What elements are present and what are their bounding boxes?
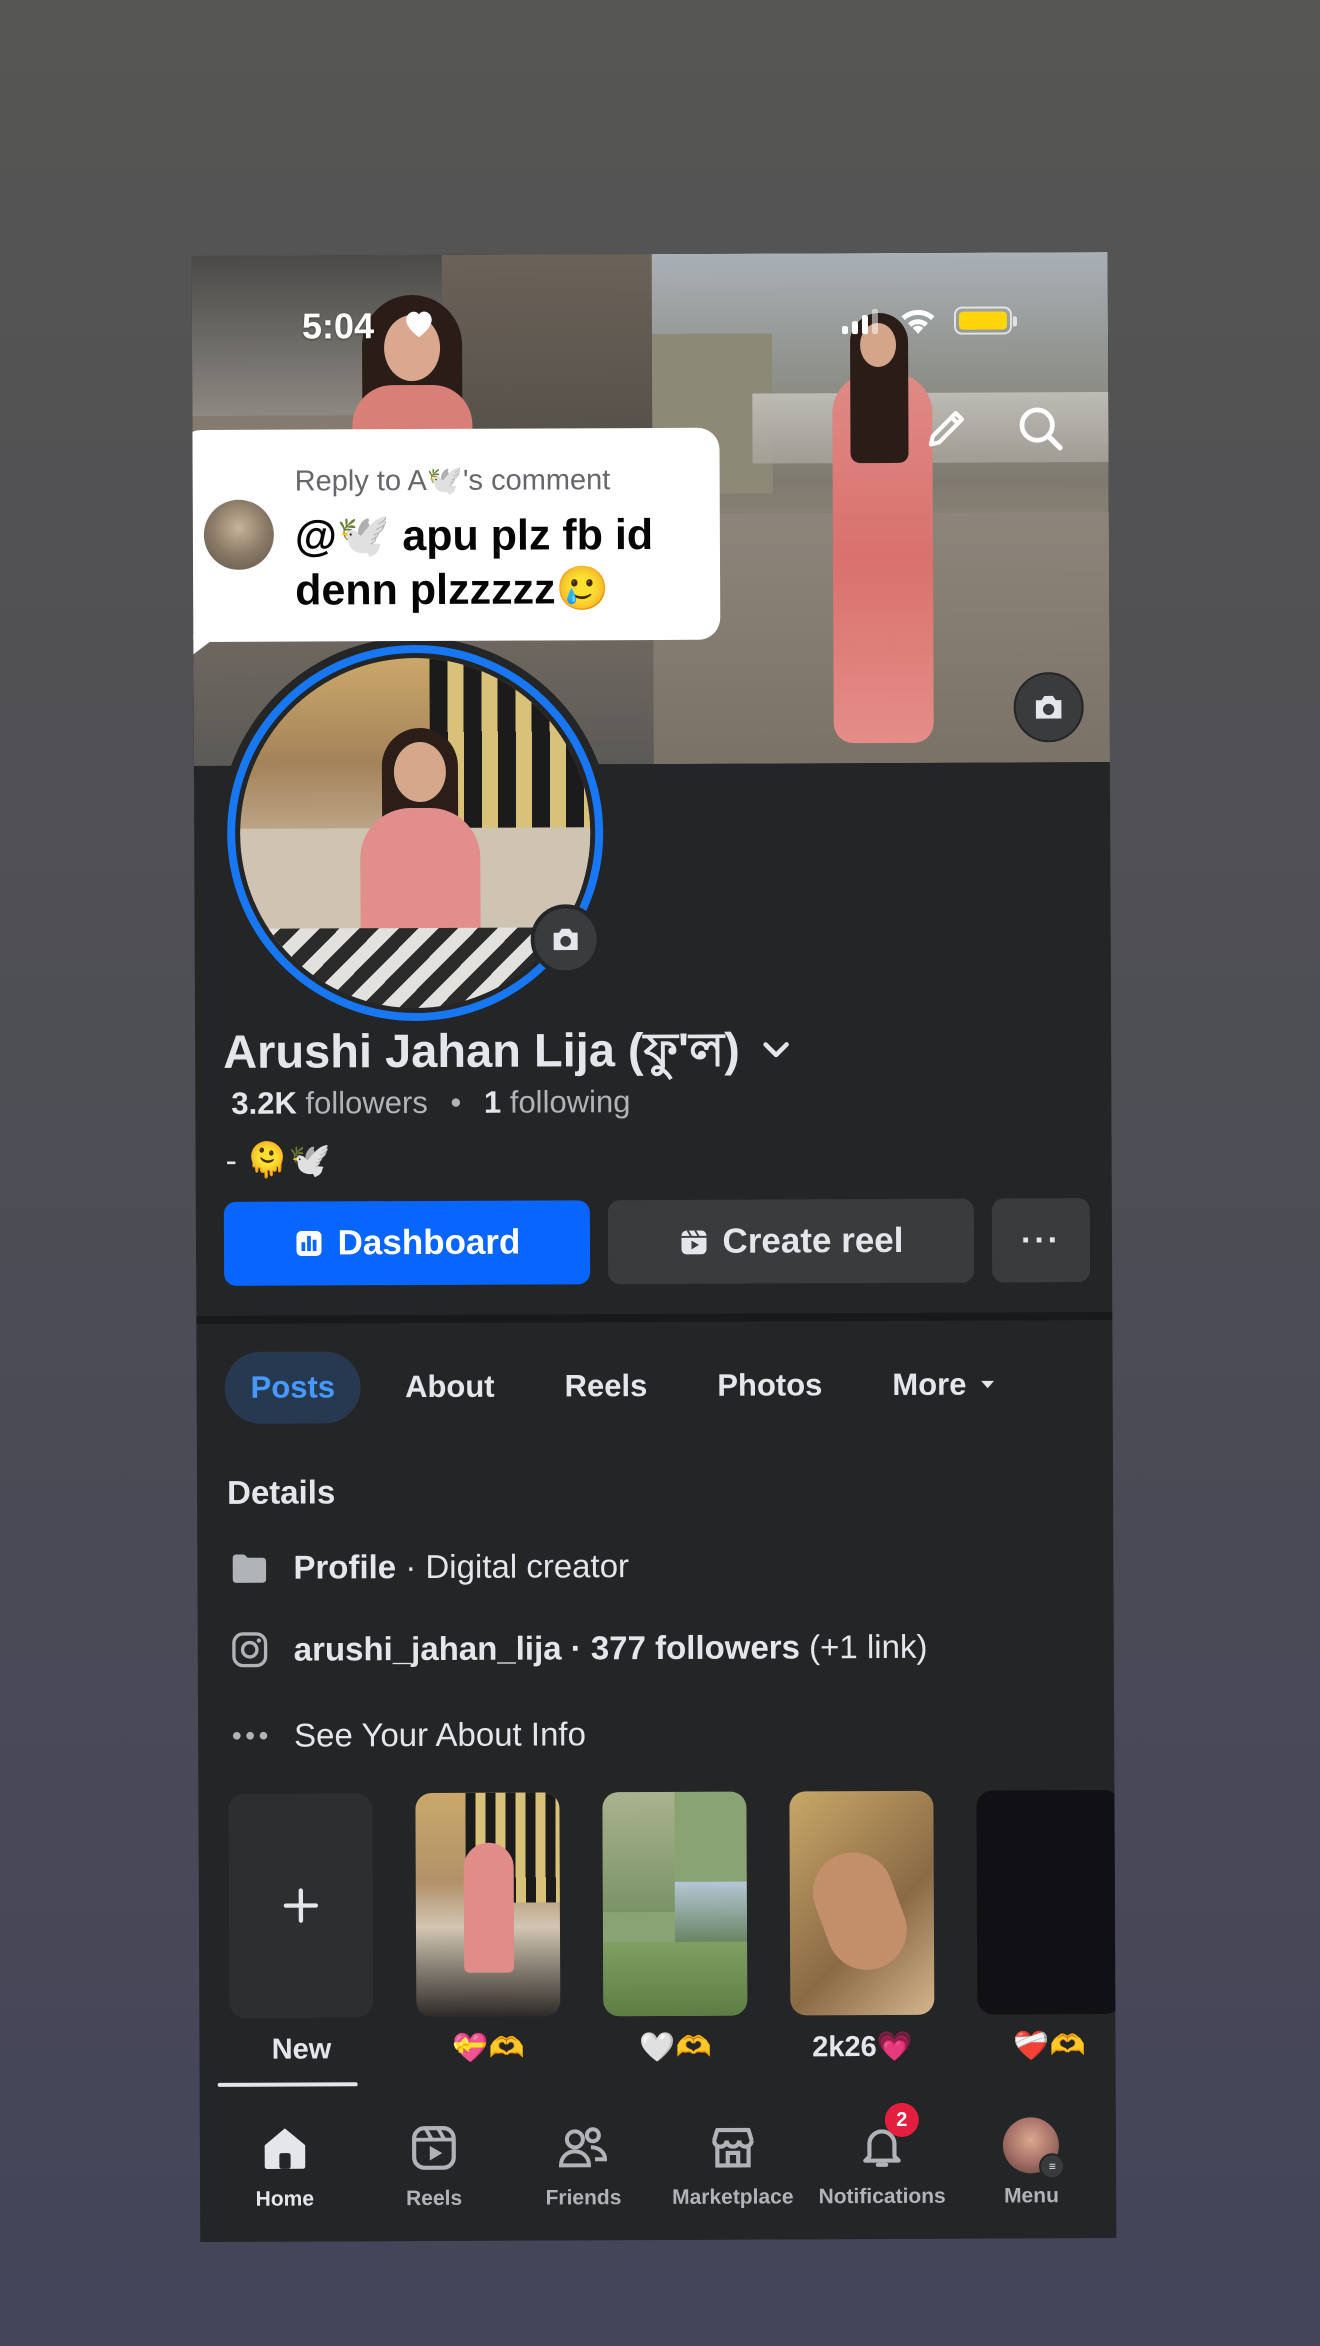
nav-home[interactable]: Home [210,2091,360,2242]
hamburger-icon: ≡ [1039,2153,1066,2180]
more-options-button[interactable]: ··· [991,1198,1091,1283]
highlight-item[interactable]: ❤️‍🩹🫶 [976,1789,1117,2065]
heart-icon [402,307,436,344]
nav-marketplace[interactable]: Marketplace [658,2089,808,2240]
friends-icon [554,2118,612,2176]
notification-badge: 2 [884,2102,919,2138]
nav-friends[interactable]: Friends [508,2090,658,2241]
battery-icon [953,306,1013,335]
tab-more[interactable]: More [866,1348,1024,1421]
profile-type-icon [227,1546,271,1590]
section-divider [196,1312,1113,1324]
profile-tabs: Posts About Reels Photos More [224,1348,1024,1424]
reply-comment-text: @🕊️ apu plz fb id denn plzzzzz🥲 [294,510,654,615]
search-icon[interactable] [1014,402,1066,459]
wifi-icon [897,303,939,342]
highlight-new[interactable]: New [228,1793,374,2068]
active-tab-indicator [217,2082,358,2087]
edit-icon[interactable] [922,403,972,458]
profile-stats: 3.2K followers • 1 following [231,1084,631,1121]
cover-camera-button[interactable] [1013,672,1084,743]
signal-icon [841,308,879,335]
cover-person [822,312,944,744]
reply-label: Reply to A🕊️'s comment [294,464,611,498]
tab-photos[interactable]: Photos [691,1349,848,1422]
bottom-navigation: Home Reels Friends Marketplace 2 Notific… [199,2087,1117,2242]
status-time: 5:04 [301,305,375,347]
commenter-avatar [203,499,275,570]
reels-icon [405,2119,463,2177]
followers-label[interactable]: followers [305,1085,427,1121]
create-reel-label: Create reel [722,1220,904,1261]
followers-count[interactable]: 3.2K [231,1086,297,1121]
camera-icon [553,928,578,951]
nav-menu[interactable]: ≡ Menu [956,2088,1106,2239]
home-icon [255,2119,313,2177]
highlight-item[interactable]: 💝🫶 [415,1792,561,2067]
tab-reels[interactable]: Reels [538,1350,673,1423]
reel-icon [680,1230,707,1255]
following-count[interactable]: 1 [484,1085,501,1120]
avatar: ≡ [1003,2117,1066,2180]
highlight-item[interactable]: 🤍🫶 [602,1791,748,2067]
more-options-label: ··· [1020,1220,1062,1259]
story-highlights: New 💝🫶 🤍🫶 2k26💗 ❤️‍🩹🫶 [228,1789,1117,2068]
details-heading: Details [226,1473,336,1511]
dashboard-button[interactable]: Dashboard [223,1200,591,1286]
profile-name-row[interactable]: Arushi Jahan Lija (ফু'ল) [223,1013,794,1093]
following-label[interactable]: following [510,1084,631,1120]
profile-camera-button[interactable] [530,904,601,975]
tab-about[interactable]: About [379,1351,521,1424]
create-reel-button[interactable]: Create reel [607,1198,975,1285]
detail-instagram[interactable]: arushi_jahan_lija · 377 followers (+1 li… [228,1625,928,1672]
detail-about-info[interactable]: See Your About Info [228,1712,586,1758]
instagram-icon [228,1628,272,1672]
profile-bio: - 🫠🕊️ [225,1141,332,1180]
caret-down-icon [980,1380,994,1389]
profile-actions: Dashboard Create reel ··· [223,1198,1091,1286]
profile-name: Arushi Jahan Lija (ফু'ল) [223,1022,740,1078]
chevron-down-icon[interactable] [758,1032,794,1073]
camera-icon [1035,695,1062,719]
bell-icon: 2 [853,2102,919,2175]
phone-screen: 5:04 Arushi Jahan Lija (ফু'ল) 3.2K follo… [191,252,1117,2242]
dashboard-icon [296,1230,322,1257]
highlight-item[interactable]: 2k26💗 [789,1790,935,2066]
tab-posts[interactable]: Posts [224,1351,362,1424]
more-dots-icon [228,1714,272,1758]
dashboard-label: Dashboard [337,1222,521,1263]
plus-icon [228,1793,374,2018]
reply-comment-bubble: Reply to A🕊️'s comment @🕊️ apu plz fb id… [191,427,721,643]
detail-profile-type: Profile · Digital creator [227,1544,629,1590]
nav-notifications[interactable]: 2 Notifications [807,2089,957,2240]
nav-reels[interactable]: Reels [359,2091,509,2242]
marketplace-icon [703,2118,761,2176]
